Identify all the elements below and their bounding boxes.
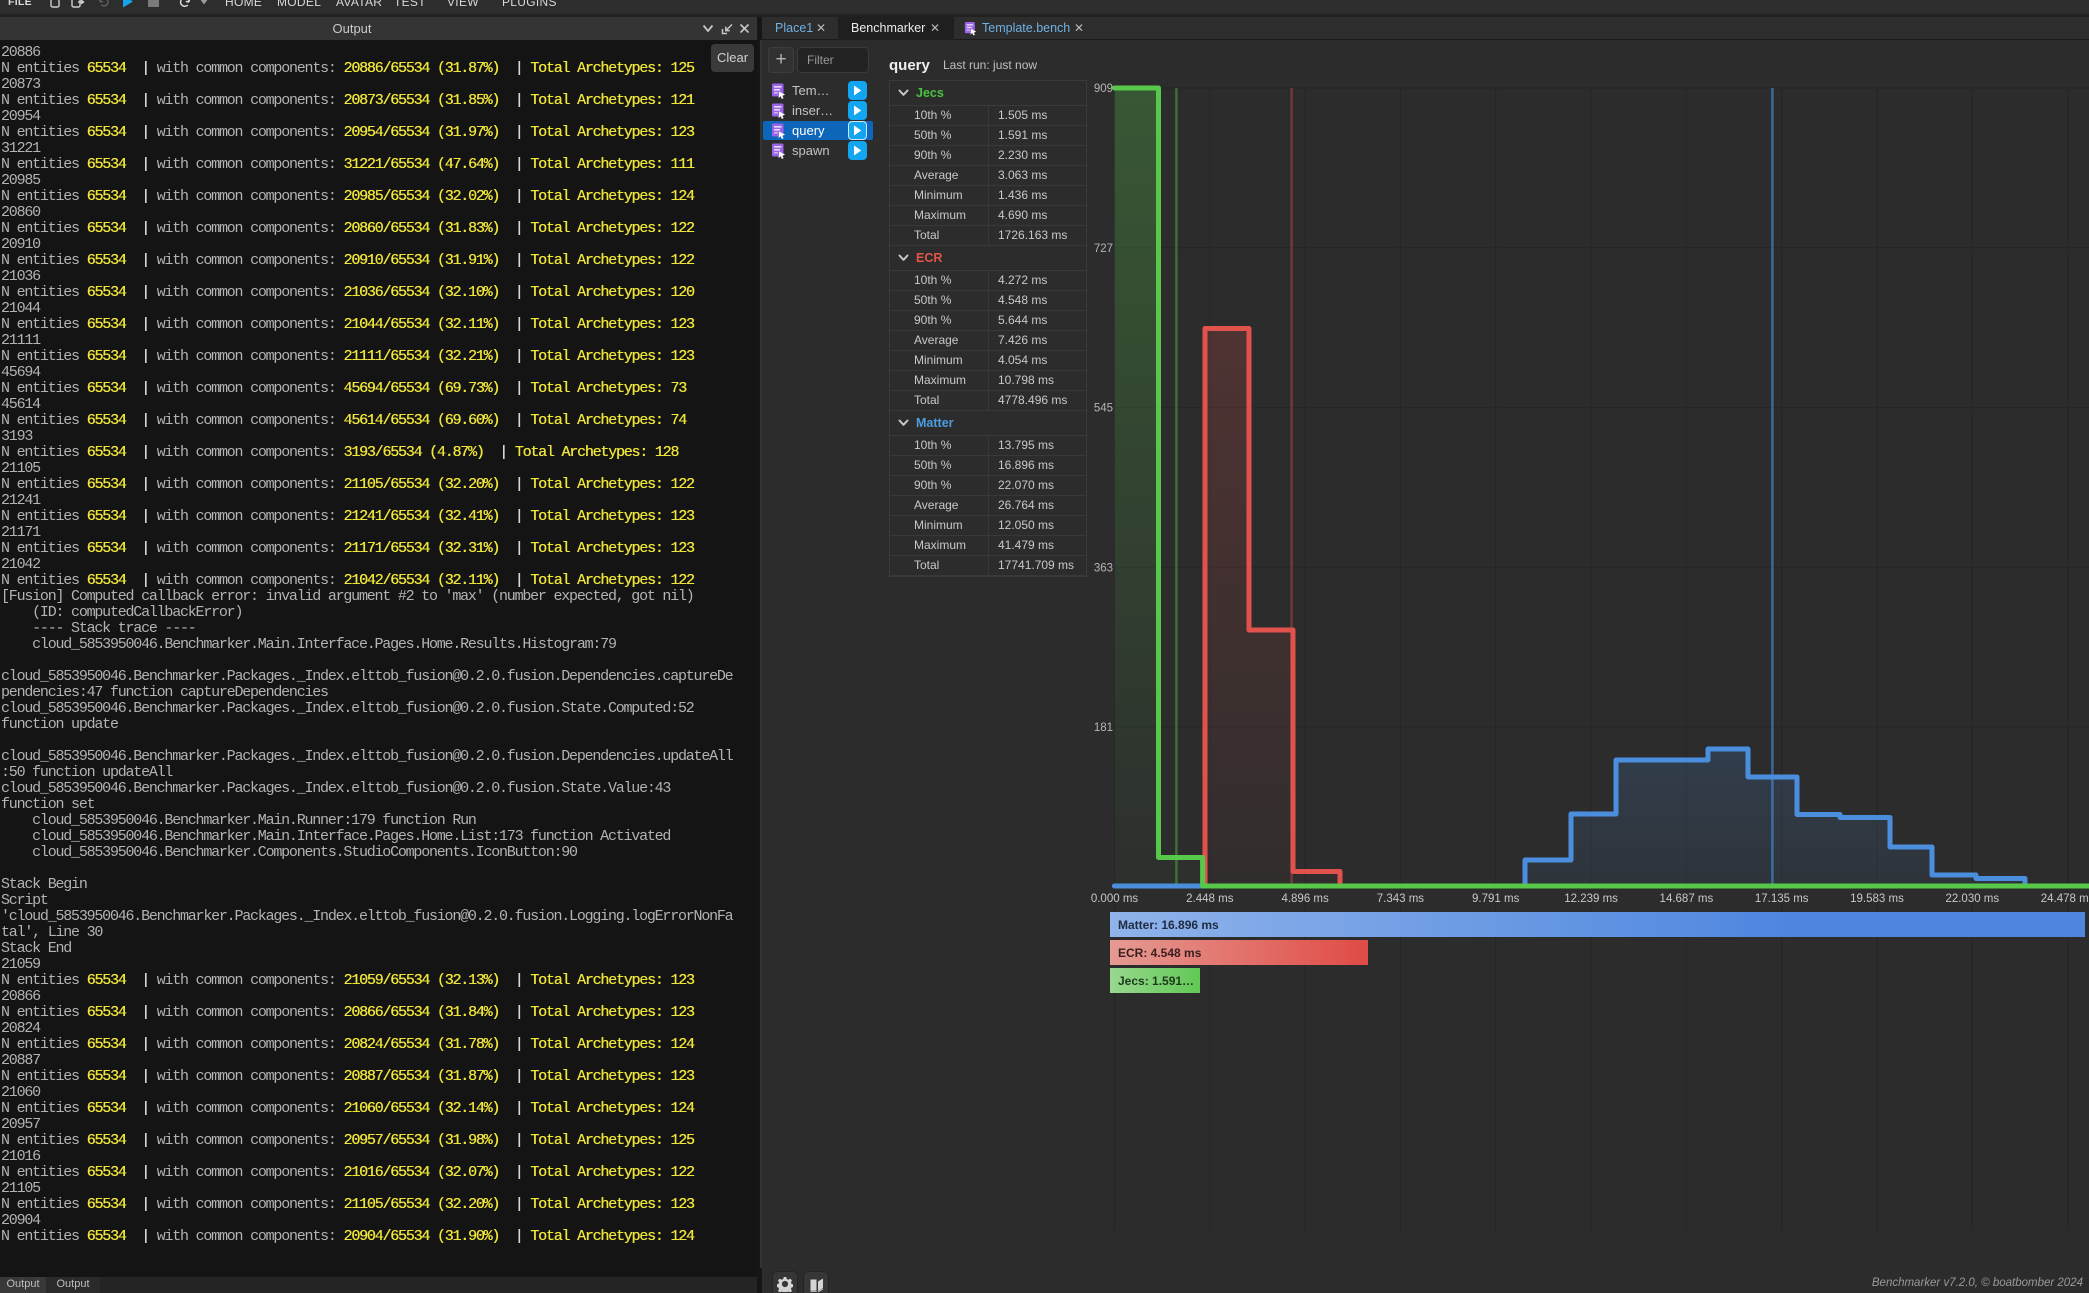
svg-text:24.478 ms: 24.478 ms — [2041, 893, 2089, 905]
svg-text:0.000 ms: 0.000 ms — [1091, 893, 1139, 905]
svg-text:22.030 ms: 22.030 ms — [1945, 893, 1999, 905]
svg-text:363: 363 — [1094, 562, 1113, 574]
svg-text:17.135 ms: 17.135 ms — [1755, 893, 1809, 905]
svg-text:181: 181 — [1094, 722, 1113, 734]
svg-text:Jecs: 1.591…: Jecs: 1.591… — [1118, 974, 1194, 988]
svg-text:727: 727 — [1094, 243, 1113, 255]
svg-text:7.343 ms: 7.343 ms — [1377, 893, 1425, 905]
svg-text:19.583 ms: 19.583 ms — [1850, 893, 1904, 905]
svg-text:909: 909 — [1094, 83, 1113, 95]
svg-text:12.239 ms: 12.239 ms — [1564, 893, 1618, 905]
svg-text:9.791 ms: 9.791 ms — [1472, 893, 1520, 905]
svg-text:4.896 ms: 4.896 ms — [1281, 893, 1329, 905]
svg-text:ECR: 4.548 ms: ECR: 4.548 ms — [1118, 946, 1202, 960]
svg-text:Matter: 16.896 ms: Matter: 16.896 ms — [1118, 918, 1219, 932]
svg-text:14.687 ms: 14.687 ms — [1660, 893, 1714, 905]
svg-text:545: 545 — [1094, 403, 1113, 415]
svg-text:2.448 ms: 2.448 ms — [1186, 893, 1234, 905]
